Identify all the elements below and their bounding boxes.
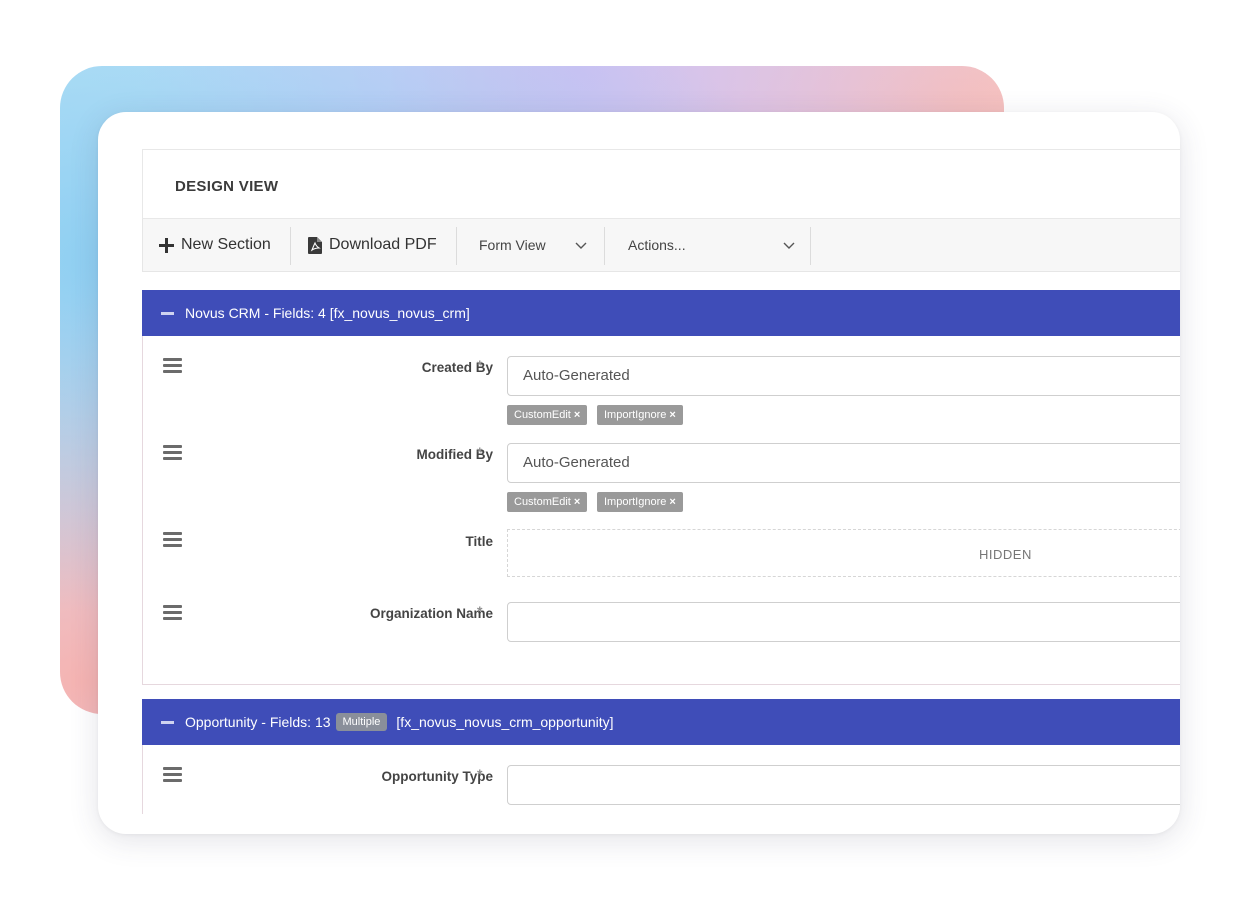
tag-remove-icon[interactable]: × — [669, 496, 675, 508]
chevron-down-icon — [783, 242, 795, 249]
actions-label: Actions... — [628, 237, 686, 253]
plus-icon — [159, 237, 174, 253]
required-marker: * — [477, 357, 483, 373]
multiple-badge: Multiple — [335, 713, 388, 731]
section-body-novus-crm: Created By * Auto-Generated CustomEdit × … — [142, 336, 1180, 685]
field-label-title: Title — [465, 534, 493, 549]
download-pdf-button[interactable]: Download PDF — [308, 219, 437, 271]
actions-dropdown[interactable]: Actions... — [628, 219, 798, 271]
drag-handle-icon[interactable] — [163, 767, 183, 783]
modified-by-input[interactable]: Auto-Generated — [507, 443, 1180, 483]
required-marker: * — [477, 444, 483, 460]
section-title: Novus CRM - Fields: 4 [fx_novus_novus_cr… — [185, 305, 470, 321]
form-view-label: Form View — [479, 237, 546, 253]
hidden-field-placeholder[interactable]: HIDDEN — [507, 529, 1180, 577]
tag-customedit: CustomEdit × — [507, 492, 588, 512]
section-body-opportunity: Opportunity Type * — [142, 745, 1180, 814]
toolbar-divider — [810, 227, 811, 265]
toolbar-divider — [290, 227, 291, 265]
tag-importignore: ImportIgnore × — [597, 405, 683, 425]
download-pdf-label: Download PDF — [329, 236, 437, 253]
tag-remove-icon[interactable]: × — [574, 496, 580, 508]
created-by-input[interactable]: Auto-Generated — [507, 356, 1180, 396]
drag-handle-icon[interactable] — [163, 445, 183, 461]
page-header: DESIGN VIEW — [142, 149, 1180, 219]
page-title: DESIGN VIEW — [175, 178, 279, 195]
drag-handle-icon[interactable] — [163, 358, 183, 374]
tag-remove-icon[interactable]: × — [574, 409, 580, 421]
design-view-card: DESIGN VIEW New Section Download PDF For… — [98, 112, 1180, 834]
pdf-file-icon — [308, 236, 322, 254]
hidden-label: HIDDEN — [979, 547, 1032, 562]
field-label-organization-name: Organization Name — [369, 606, 493, 621]
toolbar-divider — [456, 227, 457, 265]
new-section-label: New Section — [181, 236, 271, 253]
tag-customedit: CustomEdit × — [507, 405, 588, 425]
tag-remove-icon[interactable]: × — [669, 409, 675, 421]
organization-name-input[interactable] — [507, 602, 1180, 642]
collapse-icon[interactable] — [161, 720, 174, 724]
opportunity-type-input[interactable] — [507, 765, 1180, 805]
toolbar-divider — [604, 227, 605, 265]
chevron-down-icon — [575, 242, 587, 249]
drag-handle-icon[interactable] — [163, 605, 183, 621]
section-header-novus-crm[interactable]: Novus CRM - Fields: 4 [fx_novus_novus_cr… — [142, 290, 1180, 336]
required-marker: * — [477, 766, 483, 782]
required-marker: * — [477, 603, 483, 619]
new-section-button[interactable]: New Section — [159, 219, 271, 271]
collapse-icon[interactable] — [161, 311, 174, 315]
section-title: Opportunity - Fields: 13 — [185, 714, 331, 730]
tag-importignore: ImportIgnore × — [597, 492, 683, 512]
section-header-opportunity[interactable]: Opportunity - Fields: 13 Multiple [fx_no… — [142, 699, 1180, 745]
section-table-name: [fx_novus_novus_crm_opportunity] — [396, 714, 614, 730]
drag-handle-icon[interactable] — [163, 532, 183, 548]
form-view-dropdown[interactable]: Form View — [479, 219, 589, 271]
design-view-panel: DESIGN VIEW New Section Download PDF For… — [142, 149, 1180, 814]
toolbar: New Section Download PDF Form View Actio… — [142, 219, 1180, 272]
